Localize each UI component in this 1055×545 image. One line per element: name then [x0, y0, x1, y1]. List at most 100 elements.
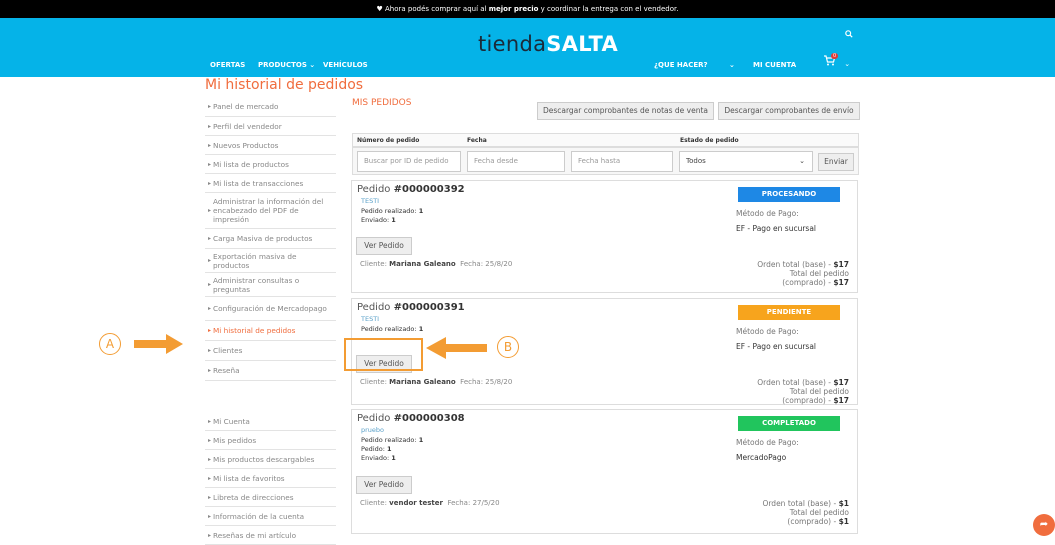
promo-text: ♥ Ahora podés comprar aquí al [376, 5, 489, 13]
mis-pedidos-heading: MIS PEDIDOS [352, 98, 412, 108]
enviado-count: Enviado: 1 [361, 454, 396, 462]
chevron-right-icon: ▸ [208, 474, 212, 482]
sidebar-item-label: Clientes [213, 346, 243, 355]
chevron-right-icon: ▸ [208, 141, 212, 149]
order-title: Pedido #000000308 [357, 413, 465, 424]
chevron-down-icon: ⌄ [799, 157, 805, 165]
sidebar-item[interactable]: ▸ Reseña [205, 361, 336, 381]
cart-icon[interactable]: 0 ⌄ [823, 53, 850, 69]
chevron-right-icon: ▸ [208, 327, 212, 334]
sidebar-item[interactable]: ▸ Administrar consultas o preguntas [205, 273, 336, 297]
cart-chevron-icon[interactable]: ⌄ [844, 60, 850, 68]
enviar-button[interactable]: Enviar [818, 153, 854, 171]
annotation-b: B [497, 336, 519, 358]
download-notas-button[interactable]: Descargar comprobantes de notas de venta [537, 102, 714, 120]
fecha-desde-input[interactable]: Fecha desde [467, 151, 565, 172]
order-card: Pedido #000000392 TESTI Pedido realizado: … [351, 180, 858, 293]
sidebar-account-item[interactable]: ▸ Información de la cuenta [205, 507, 336, 526]
estado-select[interactable]: Todos ⌄ [679, 151, 813, 172]
sidebar-item[interactable]: ▸ Carga Masiva de productos [205, 229, 336, 249]
site-header: tiendaSALTA OFERTAS PRODUCTOS ⌄ VEHÍCULO… [0, 18, 1055, 77]
sidebar-item-label: Panel de mercado [213, 102, 279, 111]
nav-que-hacer-chevron[interactable]: ⌄ [729, 61, 735, 69]
arrow-b-icon [426, 337, 487, 359]
sidebar-item-label: Mi lista de productos [213, 159, 289, 169]
sidebar-item-label: Libreta de direcciones [213, 492, 294, 502]
order-meta: Cliente: vendor tester Fecha: 27/5/20 [360, 499, 500, 507]
order-totals: Orden total (base) - $17 Total del pedido… [757, 378, 849, 405]
sidebar-item-label: Reseñas de mi artículo [213, 530, 297, 540]
promo-bar: ♥ Ahora podés comprar aquí al mejor prec… [0, 0, 1055, 18]
filter-row: Buscar por ID de pedido Fecha desde Fech… [352, 147, 859, 175]
nav-productos[interactable]: PRODUCTOS ⌄ [258, 61, 315, 69]
estado-selected: Todos [686, 157, 706, 165]
chevron-right-icon: ▸ [208, 257, 212, 264]
promo-bold: mejor precio [488, 5, 539, 13]
order-title: Pedido #000000392 [357, 184, 465, 195]
arrow-a-icon [134, 334, 183, 354]
ver-pedido-button[interactable]: Ver Pedido [356, 237, 412, 255]
nav-ofertas[interactable]: OFERTAS [210, 61, 245, 69]
sidebar-item-label: Reseña [213, 366, 240, 375]
chevron-right-icon: ▸ [208, 160, 212, 168]
sidebar-item[interactable]: ▸ Administrar la información del encabeza… [205, 193, 336, 229]
chevron-right-icon: ▸ [208, 207, 212, 214]
sidebar: ▸ Panel de mercado ▸ Perfil del vendedor ▸ Nu… [205, 97, 336, 545]
sidebar-item-label: Perfil del vendedor [213, 121, 282, 131]
order-totals: Orden total (base) - $17 Total del pedido… [757, 260, 849, 287]
sidebar-item[interactable]: ▸ Nuevos Productos [205, 136, 336, 155]
chevron-right-icon: ▸ [208, 305, 212, 312]
ver-pedido-button[interactable]: Ver Pedido [356, 476, 412, 494]
metodo-pago-value: EF - Pago en sucursal [736, 342, 817, 351]
fecha-hasta-input[interactable]: Fecha hasta [571, 151, 673, 172]
order-card: Pedido #000000308 pruebo Pedido realizado:… [351, 409, 858, 534]
sidebar-item[interactable]: ▸ Configuración de Mercadopago [205, 297, 336, 321]
filter-header: Número de pedido Fecha Estado de pedido [352, 133, 859, 147]
sidebar-item-label: Mis productos descargables [213, 454, 315, 464]
sidebar-item[interactable]: ▸ Perfil del vendedor [205, 117, 336, 136]
chevron-right-icon: ▸ [208, 122, 212, 130]
status-badge: PROCESANDO [738, 187, 840, 202]
metodo-pago-value: MercadoPago [736, 453, 787, 462]
nav-mi-cuenta[interactable]: MI CUENTA [753, 61, 796, 69]
sidebar-account-item[interactable]: ▸ Reseñas de mi artículo [205, 526, 336, 545]
page-title: Mi historial de pedidos [205, 77, 364, 93]
sidebar-item[interactable]: ▸ Mi historial de pedidos [205, 321, 336, 341]
sidebar-item[interactable]: ▸ Panel de mercado [205, 97, 336, 117]
sidebar-account-item[interactable]: ▸ Mi lista de favoritos [205, 469, 336, 488]
nav-vehiculos[interactable]: VEHÍCULOS [323, 61, 368, 69]
status-badge: COMPLETADO [738, 416, 840, 431]
sidebar-account-item[interactable]: ▸ Mis pedidos [205, 431, 336, 450]
sidebar-item-label: Mi Cuenta [213, 416, 250, 426]
search-icon[interactable] [845, 30, 853, 40]
promo-suffix: y coordinar la entrega con el vendedor. [538, 5, 679, 13]
sidebar-account-item[interactable]: ▸ Mi Cuenta [205, 412, 336, 431]
sidebar-item-label: Mis pedidos [213, 435, 257, 445]
store-name[interactable]: TESTI [361, 197, 379, 205]
download-envio-button[interactable]: Descargar comprobantes de envío [718, 102, 860, 120]
store-name[interactable]: pruebo [361, 426, 384, 434]
order-totals: Orden total (base) - $1 Total del pedido(… [762, 499, 849, 526]
sidebar-item[interactable]: ▸ Mi lista de transacciones [205, 174, 336, 193]
cart-badge: 0 [831, 53, 839, 59]
store-name[interactable]: TESTI [361, 315, 379, 323]
chevron-right-icon: ▸ [208, 179, 212, 187]
sidebar-item-label: Mi historial de pedidos [213, 326, 296, 335]
chevron-right-icon: ▸ [208, 436, 212, 444]
chevron-right-icon: ▸ [208, 347, 212, 354]
chevron-right-icon: ▸ [208, 493, 212, 501]
order-id-search-input[interactable]: Buscar por ID de pedido [357, 151, 461, 172]
sidebar-item[interactable]: ▸ Clientes [205, 341, 336, 361]
sidebar-item[interactable]: ▸ Mi lista de productos [205, 155, 336, 174]
sidebar-account-item[interactable]: ▸ Mis productos descargables [205, 450, 336, 469]
chevron-right-icon: ▸ [208, 235, 212, 242]
sidebar-account-item[interactable]: ▸ Libreta de direcciones [205, 488, 336, 507]
highlight-box [344, 338, 423, 371]
chevron-right-icon: ▸ [208, 281, 212, 288]
metodo-pago-label: Método de Pago: [736, 327, 799, 336]
nav-que-hacer[interactable]: ¿QUE HACER? [654, 61, 708, 69]
sidebar-item[interactable]: ▸ Exportación masiva de productos [205, 249, 336, 273]
site-logo[interactable]: tiendaSALTA [478, 32, 618, 56]
share-icon[interactable]: ➦ [1033, 514, 1055, 536]
sidebar-item-label: Exportación masiva de productos [213, 251, 297, 270]
